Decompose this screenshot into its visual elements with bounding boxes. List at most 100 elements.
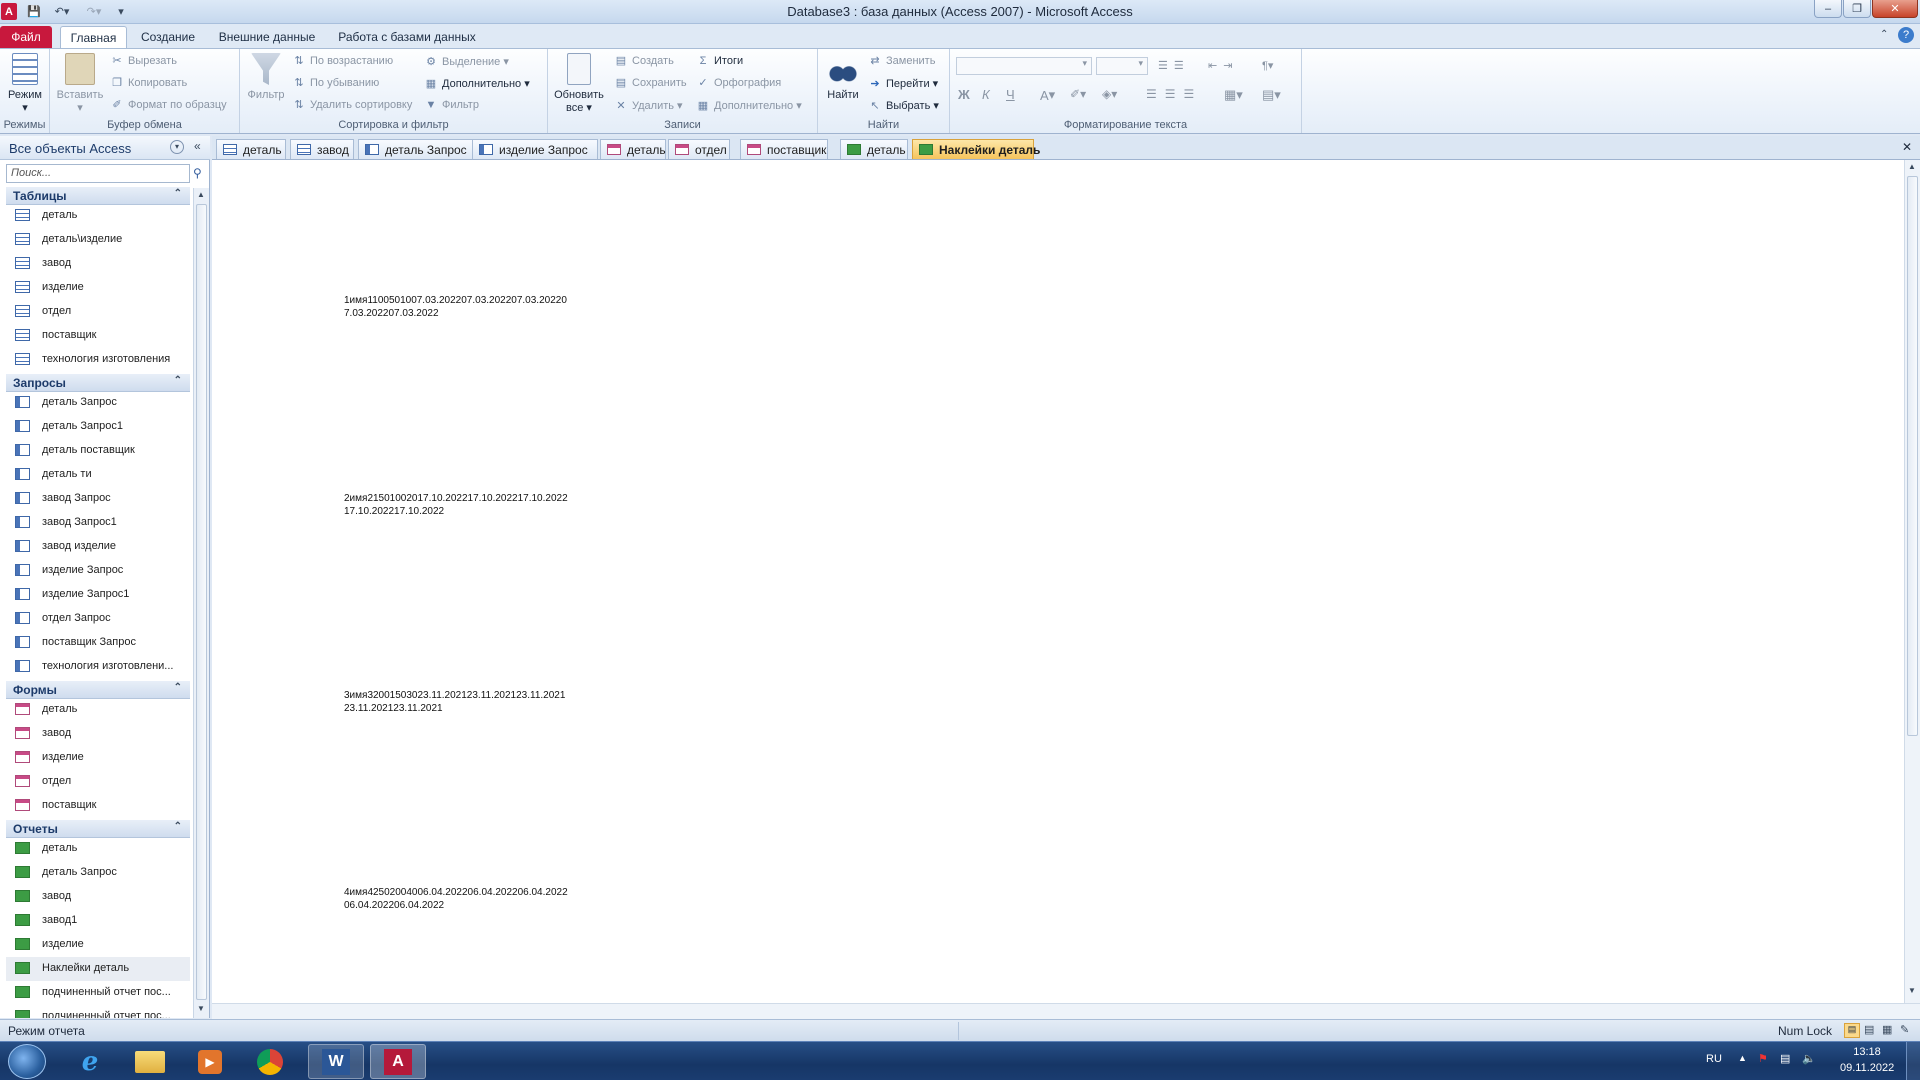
sort-asc-button[interactable]: ⇅ По возрастанию [292, 55, 393, 67]
action-center-icon[interactable]: ⚑ [1758, 1052, 1768, 1065]
italic-button[interactable]: К [982, 87, 990, 102]
tab-home[interactable]: Главная [60, 26, 127, 48]
selection-button[interactable]: ⚙ Выделение ▾ [424, 55, 509, 69]
align-buttons[interactable]: ☰ ☰ ☰ [1146, 87, 1202, 101]
taskbar-media-player[interactable]: ▶ [182, 1044, 238, 1079]
paste-button[interactable]: Вставить ▾ [54, 53, 106, 114]
doc-tab[interactable]: деталь [840, 139, 908, 159]
report-vertical-scrollbar[interactable]: ▲ ▼ [1904, 160, 1920, 1003]
alt-row-color-button[interactable]: ▤ ▾ [1262, 87, 1281, 103]
list-buttons[interactable]: ☰ ☰ [1158, 59, 1190, 72]
spelling-button[interactable]: ✓ Орфография [696, 77, 781, 89]
nav-item-form[interactable]: деталь [6, 698, 190, 722]
taskbar-chrome[interactable] [242, 1044, 298, 1079]
gridlines-button[interactable]: ▦ ▾ [1224, 87, 1243, 103]
design-view-icon[interactable]: ✎ [1900, 1023, 1909, 1036]
goto-button[interactable]: ➔ Перейти ▾ [868, 77, 938, 91]
section-reports[interactable]: Отчеты ⌃ [6, 820, 190, 838]
doc-tab[interactable]: отдел [668, 139, 730, 159]
nav-item-report[interactable]: подчиненный отчет пос... [6, 1005, 190, 1018]
nav-item-report[interactable]: завод1 [6, 909, 190, 933]
nav-item-query[interactable]: изделие Запрос1 [6, 583, 190, 607]
nav-item-form[interactable]: завод [6, 722, 190, 746]
nav-item-query[interactable]: поставщик Запрос [6, 631, 190, 655]
underline-button[interactable]: Ч [1006, 87, 1015, 102]
nav-item-form[interactable]: отдел [6, 770, 190, 794]
nav-item-report-selected[interactable]: Наклейки деталь [6, 957, 190, 981]
nav-item-table[interactable]: отдел [6, 300, 190, 324]
tab-external-data[interactable]: Внешние данные [212, 26, 322, 48]
save-record-button[interactable]: ▤ Сохранить [614, 77, 687, 89]
taskbar-word[interactable]: W [308, 1044, 364, 1079]
nav-item-report[interactable]: изделие [6, 933, 190, 957]
maximize-button[interactable]: ❐ [1843, 0, 1871, 18]
report-horizontal-scrollbar[interactable] [212, 1003, 1920, 1019]
nav-item-table[interactable]: технология изготовления [6, 348, 190, 372]
volume-icon[interactable]: 🔈 [1802, 1052, 1816, 1065]
highlight-button[interactable]: ✐ ▾ [1070, 87, 1086, 101]
tab-create[interactable]: Создание [134, 26, 202, 48]
doc-tab-active[interactable]: Наклейки деталь [912, 139, 1040, 159]
section-forms[interactable]: Формы ⌃ [6, 681, 190, 699]
nav-scroll-thumb[interactable] [196, 204, 207, 1000]
cut-button[interactable]: ✂ Вырезать [110, 55, 177, 67]
doc-tab[interactable]: завод [290, 139, 354, 159]
nav-menu-icon[interactable]: ▾ [170, 140, 184, 154]
taskbar-ie[interactable]: e [62, 1044, 118, 1079]
nav-scrollbar[interactable]: ▲ ▼ [193, 188, 209, 1018]
remove-sort-button[interactable]: ⇅ Удалить сортировку [292, 99, 412, 111]
doc-tab[interactable]: деталь [600, 139, 666, 159]
print-preview-icon[interactable]: ▤ [1864, 1023, 1874, 1036]
new-record-button[interactable]: ▤ Создать [614, 55, 674, 67]
copy-button[interactable]: ❐ Копировать [110, 77, 187, 89]
view-mode-button[interactable]: Режим ▾ [4, 53, 46, 114]
language-indicator[interactable]: RU [1706, 1053, 1722, 1065]
report-view-icon[interactable]: ▤ [1844, 1023, 1860, 1038]
taskbar-explorer[interactable] [122, 1044, 178, 1079]
doc-tab[interactable]: деталь [216, 139, 286, 159]
nav-item-table[interactable]: поставщик [6, 324, 190, 348]
doc-tab[interactable]: деталь Запрос [358, 139, 480, 159]
nav-item-query[interactable]: технология изготовлени... [6, 655, 190, 679]
scroll-up-icon[interactable]: ▲ [1908, 162, 1916, 171]
nav-item-table[interactable]: деталь\изделие [6, 228, 190, 252]
bold-button[interactable]: Ж [958, 87, 970, 102]
nav-item-report[interactable]: завод [6, 885, 190, 909]
indent-buttons[interactable]: ⇤ ⇥ [1208, 59, 1238, 72]
filter-button[interactable]: Фильтр [244, 53, 288, 101]
replace-button[interactable]: ⇄ Заменить [868, 55, 935, 67]
nav-item-report[interactable]: деталь [6, 837, 190, 861]
nav-item-query[interactable]: отдел Запрос [6, 607, 190, 631]
nav-header[interactable]: Все объекты Access ▾ « [0, 136, 210, 160]
nav-search-input[interactable]: Поиск... [6, 164, 190, 183]
select-button[interactable]: ↖ Выбрать ▾ [868, 99, 939, 113]
nav-item-query[interactable]: деталь ти [6, 463, 190, 487]
minimize-button[interactable]: – [1814, 0, 1842, 18]
nav-item-table[interactable]: деталь [6, 204, 190, 228]
nav-collapse-icon[interactable]: « [194, 139, 201, 153]
paragraph-icon[interactable]: ¶▾ [1262, 59, 1273, 72]
sort-desc-button[interactable]: ⇅ По убыванию [292, 77, 379, 89]
records-more-button[interactable]: ▦ Дополнительно ▾ [696, 99, 802, 113]
find-button[interactable]: Найти [822, 53, 864, 101]
format-painter-button[interactable]: ✐ Формат по образцу [110, 99, 226, 111]
section-tables[interactable]: Таблицы ⌃ [6, 187, 190, 205]
taskbar-access[interactable]: A [370, 1044, 426, 1079]
refresh-all-button[interactable]: Обновить все ▾ [550, 53, 608, 114]
start-button[interactable] [8, 1044, 46, 1079]
close-document-icon[interactable]: ✕ [1902, 140, 1912, 154]
nav-item-form[interactable]: поставщик [6, 794, 190, 818]
font-name-select[interactable]: ▾ [956, 57, 1092, 75]
delete-record-button[interactable]: ✕ Удалить ▾ [614, 99, 682, 113]
font-color-button[interactable]: A ▾ [1040, 87, 1055, 103]
scroll-up-icon[interactable]: ▲ [197, 190, 205, 199]
advanced-filter-button[interactable]: ▦ Дополнительно ▾ [424, 77, 530, 91]
nav-item-query[interactable]: деталь Запрос1 [6, 415, 190, 439]
nav-item-query[interactable]: завод Запрос1 [6, 511, 190, 535]
nav-item-form[interactable]: изделие [6, 746, 190, 770]
nav-item-table[interactable]: изделие [6, 276, 190, 300]
clock[interactable]: 13:18 09.11.2022 [1840, 1046, 1894, 1074]
section-queries[interactable]: Запросы ⌃ [6, 374, 190, 392]
doc-tab[interactable]: поставщик [740, 139, 828, 159]
search-icon[interactable]: ⚲ [193, 166, 202, 180]
